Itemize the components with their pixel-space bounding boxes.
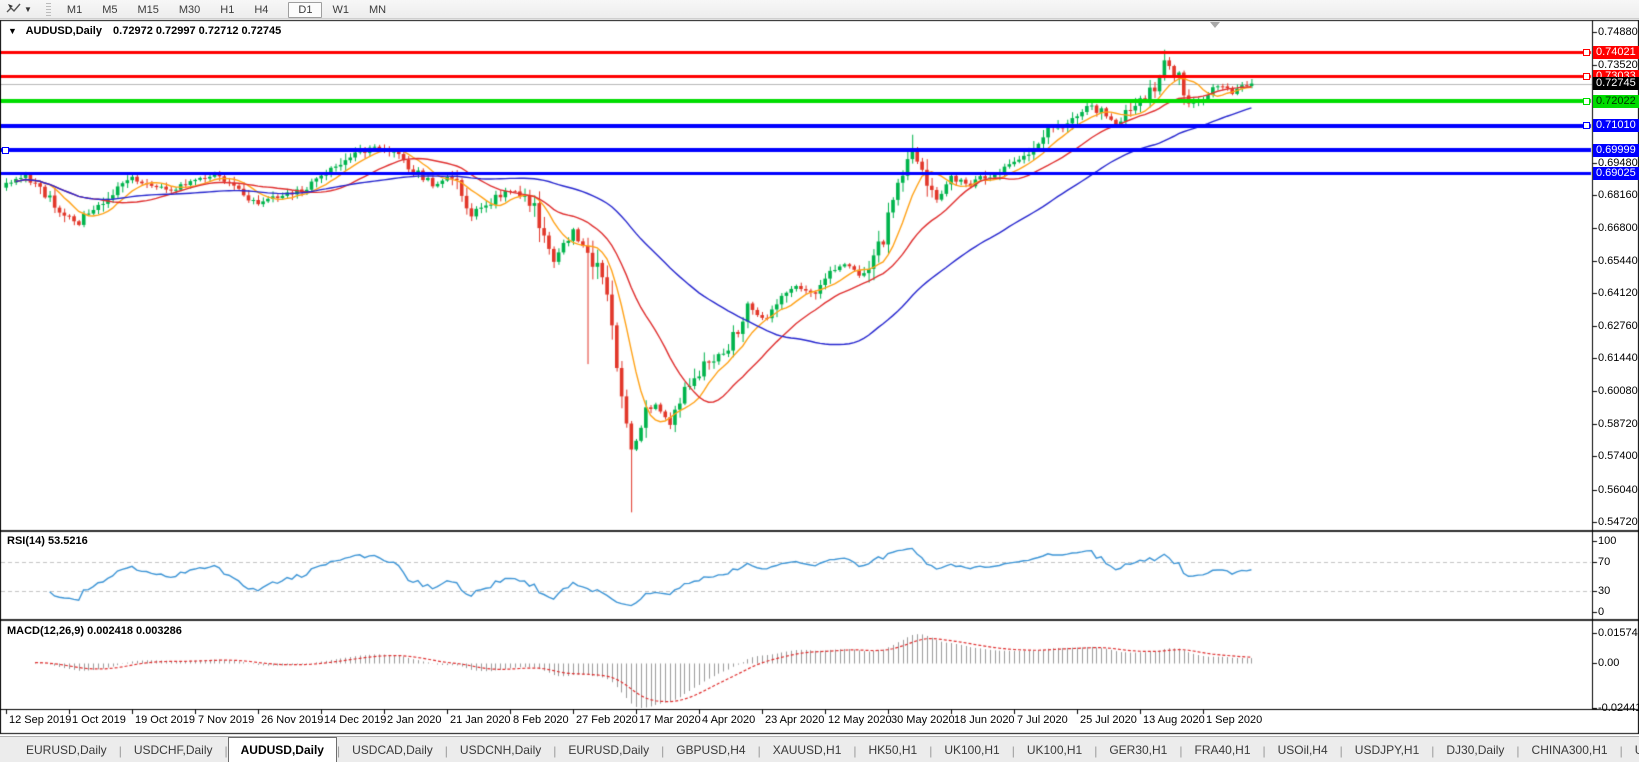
toolbar-grip[interactable] <box>45 2 51 16</box>
price-axis-tick-label: 0.57400 <box>1598 450 1638 463</box>
timeframe-button-D1[interactable]: D1 <box>288 2 323 18</box>
date-axis-label: 14 Dec 2019 <box>324 714 387 726</box>
chart-tab-UK100-H1[interactable]: UK100,H1 <box>1015 740 1094 762</box>
price-axis-tick-label: 0.68160 <box>1598 188 1638 201</box>
chart-tab-USDJPY-H1[interactable]: USDJPY,H1 <box>1343 740 1431 762</box>
platform-window: ▼ M1 M5 M15 M30 H1 H4 D1 W1 MN ▼ AUDUSD,Daily 0.… <box>0 0 1639 762</box>
date-axis-label: 12 May 2020 <box>828 714 892 726</box>
date-axis-label: 2 Jan 2020 <box>387 714 442 726</box>
date-axis-label: 19 Oct 2019 <box>135 714 195 726</box>
price-axis-tick-label: 0.64120 <box>1598 287 1638 300</box>
chart-shift-marker[interactable] <box>1210 22 1220 28</box>
chart-tab-EURUSD-Daily[interactable]: EURUSD,Daily <box>14 740 119 762</box>
price-axis-tick-label: 0.73520 <box>1598 58 1638 71</box>
timeframe-button-M1[interactable]: M1 <box>57 2 92 18</box>
chart-tab-UK100-H1[interactable]: UK100,H1 <box>932 740 1011 762</box>
chart-tab-USDCNH-Daily[interactable]: USDCNH,Daily <box>448 740 553 762</box>
chart-tab-USOil-H4[interactable]: USOil,H4 <box>1266 740 1340 762</box>
chart-tab-bar: EURUSD,Daily | USDCHF,Daily | AUDUSD,Daily | U… <box>0 736 1639 762</box>
line-handle[interactable] <box>1583 97 1590 105</box>
date-axis-label: 25 Jul 2020 <box>1080 714 1137 726</box>
line-handle[interactable] <box>1583 73 1590 81</box>
price-axis-tick-label: 0.62760 <box>1598 320 1638 333</box>
price-level-label: 0.74021 <box>1593 46 1639 60</box>
date-axis-label: 1 Sep 2020 <box>1206 714 1263 726</box>
date-axis-label: 1 Oct 2019 <box>72 714 126 726</box>
date-axis-label: 17 Mar 2020 <box>639 714 701 726</box>
chart-tab-GBPUSD-H4[interactable]: GBPUSD,H4 <box>664 740 757 762</box>
timeframe-toolbar: ▼ M1 M5 M15 M30 H1 H4 D1 W1 MN <box>0 0 1639 19</box>
price-axis-tick-label: 0.61440 <box>1598 352 1638 365</box>
price-axis-tick-label: 0.65440 <box>1598 255 1638 268</box>
date-axis-label: 8 Feb 2020 <box>513 714 569 726</box>
date-axis-label: 21 Jan 2020 <box>450 714 511 726</box>
timeframe-button-M5[interactable]: M5 <box>92 2 127 18</box>
current-price-label: 0.72745 <box>1593 77 1639 91</box>
chart-ohlc-values: 0.72972 0.72997 0.72712 0.72745 <box>113 25 282 37</box>
macd-axis-tick-label: 0.015741 <box>1598 626 1639 639</box>
date-axis-label: 18 Jun 2020 <box>954 714 1015 726</box>
chart-title: ▼ AUDUSD,Daily 0.72972 0.72997 0.72712 0… <box>8 25 281 37</box>
rsi-indicator-label: RSI(14) 53.5216 <box>7 535 88 547</box>
chart-tab-USDCHF-Daily[interactable]: USDCHF,Daily <box>122 740 225 762</box>
cursor-tool-icon[interactable] <box>4 2 22 17</box>
date-axis-label: 30 May 2020 <box>891 714 955 726</box>
timeframe-buttons: M1 M5 M15 M30 H1 H4 D1 W1 MN <box>57 0 396 18</box>
price-level-label: 0.69025 <box>1593 167 1639 181</box>
date-axis-label: 13 Aug 2020 <box>1143 714 1205 726</box>
chart-tab-AUDUSD-Daily[interactable]: AUDUSD,Daily <box>227 737 337 762</box>
price-level-label: 0.69999 <box>1593 143 1639 157</box>
price-level-label: 0.71010 <box>1593 119 1639 133</box>
chart-canvas[interactable] <box>0 0 1639 762</box>
timeframe-button-M15[interactable]: M15 <box>127 2 168 18</box>
date-axis-label: 23 Apr 2020 <box>765 714 825 726</box>
price-axis-tick-label: 0.60080 <box>1598 385 1638 398</box>
chart-tab-USOil-H1[interactable]: USOil,H1 <box>1623 740 1639 762</box>
chart-symbol: AUDUSD,Daily <box>25 25 102 37</box>
price-axis-tick-label: 0.74880 <box>1598 25 1638 38</box>
timeframe-button-H4[interactable]: H4 <box>244 2 278 18</box>
timeframe-button-MN[interactable]: MN <box>359 2 396 18</box>
date-axis-label: 27 Feb 2020 <box>576 714 638 726</box>
rsi-axis-tick-label: 70 <box>1598 556 1611 569</box>
line-handle[interactable] <box>2 146 9 154</box>
rsi-axis-tick-label: 0 <box>1598 606 1605 618</box>
price-axis-tick-label: 0.56040 <box>1598 483 1638 496</box>
price-axis-tick-label: 0.58720 <box>1598 418 1638 431</box>
chart-tab-HK50-H1[interactable]: HK50,H1 <box>857 740 930 762</box>
chart-tab-DJ30-Daily[interactable]: DJ30,Daily <box>1434 740 1516 762</box>
date-axis-label: 7 Jul 2020 <box>1017 714 1068 726</box>
line-handle[interactable] <box>1583 122 1590 130</box>
chart-tab-USDCAD-Daily[interactable]: USDCAD,Daily <box>340 740 445 762</box>
date-axis-label: 4 Apr 2020 <box>702 714 756 726</box>
chart-tab-EURUSD-Daily[interactable]: EURUSD,Daily <box>556 740 661 762</box>
chart-tab-XAUUSD-H1[interactable]: XAUUSD,H1 <box>761 740 854 762</box>
macd-axis-tick-label: -0.024412 <box>1598 702 1639 714</box>
collapse-triangle-icon[interactable]: ▼ <box>8 26 17 36</box>
timeframe-button-H1[interactable]: H1 <box>210 2 244 18</box>
price-axis-tick-label: 0.66800 <box>1598 222 1638 235</box>
timeframe-button-W1[interactable]: W1 <box>322 2 359 18</box>
price-axis-tick-label: 0.54720 <box>1598 515 1638 528</box>
date-axis-label: 12 Sep 2019 <box>9 714 72 726</box>
price-level-label: 0.72022 <box>1593 94 1639 108</box>
macd-axis-tick-label: 0.00 <box>1598 657 1620 669</box>
date-axis-label: 7 Nov 2019 <box>198 714 255 726</box>
chart-tab-CHINA300-H1[interactable]: CHINA300,H1 <box>1520 740 1620 762</box>
line-handle[interactable] <box>1583 49 1590 57</box>
rsi-axis-tick-label: 100 <box>1598 535 1617 548</box>
rsi-axis-tick-label: 30 <box>1598 584 1611 597</box>
chart-tab-FRA40-H1[interactable]: FRA40,H1 <box>1182 740 1262 762</box>
chart-tab-GER30-H1[interactable]: GER30,H1 <box>1097 740 1179 762</box>
timeframe-button-M30[interactable]: M30 <box>169 2 210 18</box>
date-axis-label: 26 Nov 2019 <box>261 714 324 726</box>
macd-indicator-label: MACD(12,26,9) 0.002418 0.003286 <box>7 625 182 637</box>
chevron-down-icon[interactable]: ▼ <box>24 5 32 14</box>
